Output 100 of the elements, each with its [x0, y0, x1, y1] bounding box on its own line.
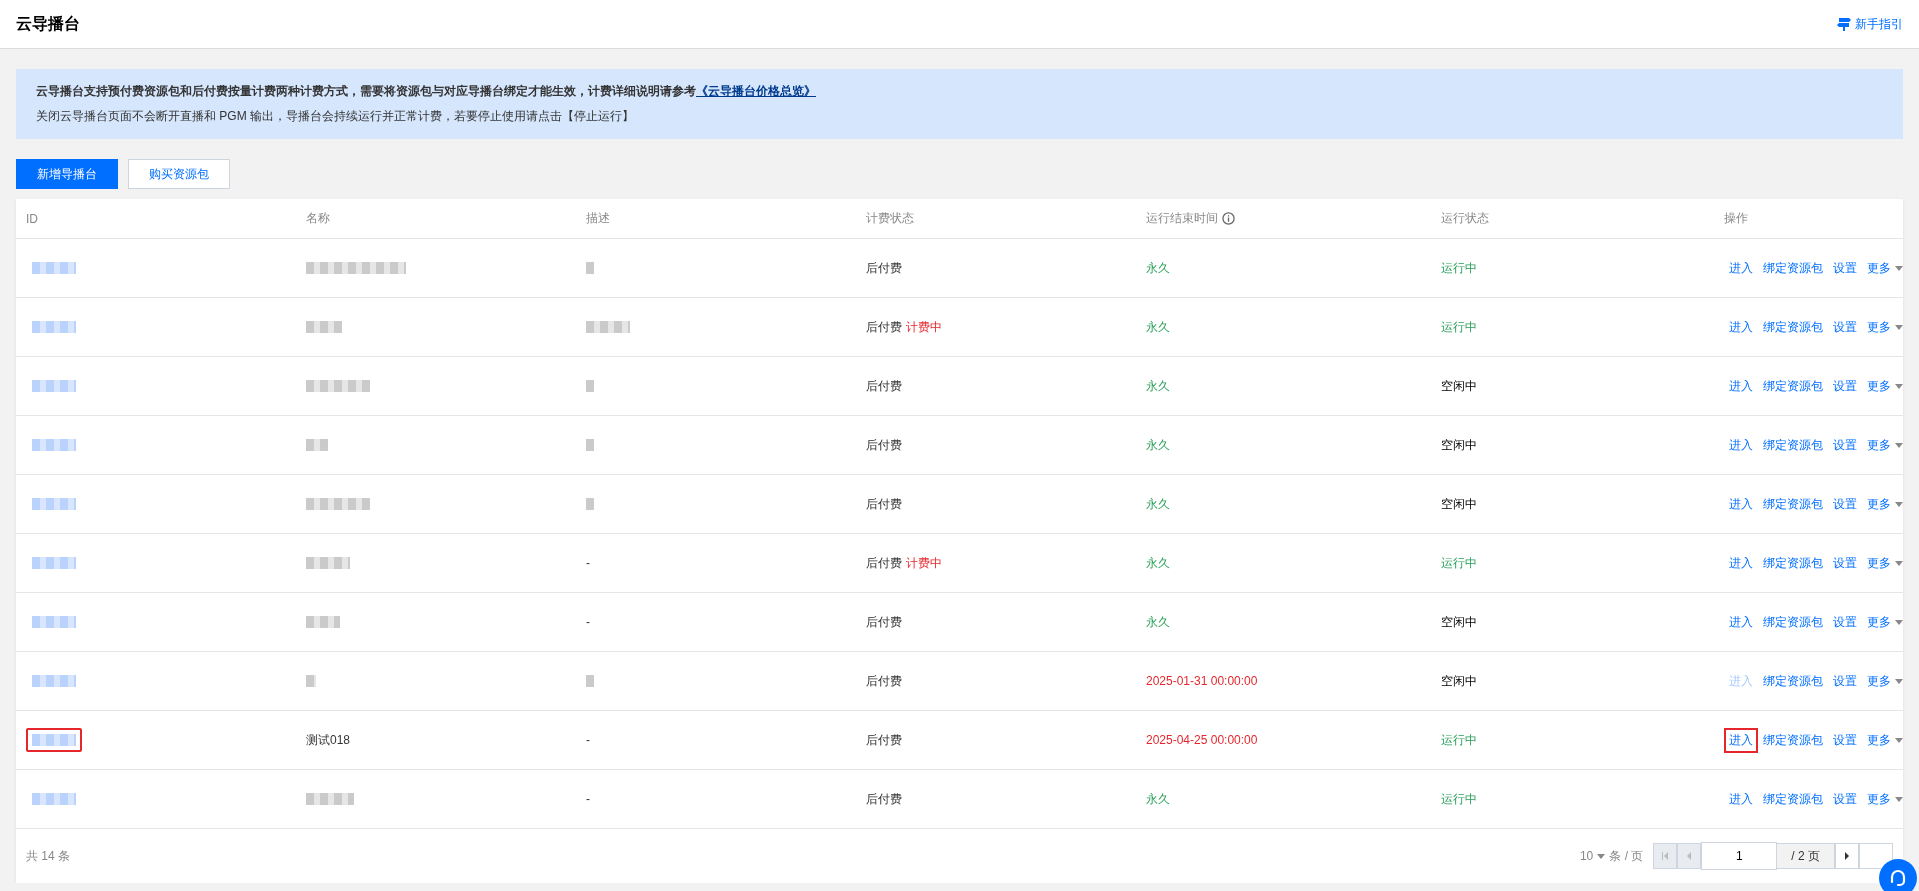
more-link[interactable]: 更多: [1862, 786, 1908, 812]
headset-icon: [1888, 868, 1908, 888]
more-link[interactable]: 更多: [1862, 491, 1908, 517]
page-input[interactable]: 1: [1701, 842, 1778, 870]
add-button[interactable]: 新增导播台: [16, 159, 118, 189]
caret-icon: [1895, 560, 1903, 566]
status-text: 运行中: [1441, 790, 1477, 808]
settings-link[interactable]: 设置: [1828, 255, 1862, 281]
bind-link[interactable]: 绑定资源包: [1758, 432, 1828, 458]
page-total: / 2 页: [1777, 843, 1835, 869]
bind-link[interactable]: 绑定资源包: [1758, 727, 1828, 753]
column-header: 计费状态: [866, 210, 914, 227]
bind-link[interactable]: 绑定资源包: [1758, 255, 1828, 281]
caret-icon: [1895, 737, 1903, 743]
more-link[interactable]: 更多: [1862, 727, 1908, 753]
next-page-button[interactable]: [1835, 843, 1859, 869]
bind-link[interactable]: 绑定资源包: [1758, 491, 1828, 517]
status-text: 运行中: [1441, 318, 1477, 336]
enter-link[interactable]: 进入: [1724, 550, 1758, 576]
caret-icon: [1895, 619, 1903, 625]
status-text: 运行中: [1441, 554, 1477, 572]
settings-link[interactable]: 设置: [1828, 373, 1862, 399]
more-link[interactable]: 更多: [1862, 609, 1908, 635]
table-cell: 永久: [1146, 377, 1170, 395]
guide-link[interactable]: 新手指引: [1837, 15, 1903, 33]
status-text: 运行中: [1441, 259, 1477, 277]
table-cell: 后付费: [866, 554, 902, 572]
page-size-select[interactable]: 10: [1579, 849, 1594, 863]
bind-link[interactable]: 绑定资源包: [1758, 314, 1828, 340]
table-cell: 永久: [1146, 436, 1170, 454]
table-cell: 永久: [1146, 554, 1170, 572]
column-header: ID: [26, 211, 38, 226]
enter-link[interactable]: 进入: [1724, 609, 1758, 635]
table-cell: -: [586, 556, 590, 570]
bind-link[interactable]: 绑定资源包: [1758, 786, 1828, 812]
table-cell: -: [586, 615, 590, 629]
settings-link[interactable]: 设置: [1828, 491, 1862, 517]
enter-link[interactable]: 进入: [1724, 786, 1758, 812]
more-link[interactable]: 更多: [1862, 373, 1908, 399]
prev-page-icon: [1686, 852, 1693, 860]
more-link[interactable]: 更多: [1862, 550, 1908, 576]
pricing-link[interactable]: 《云导播台价格总览》: [696, 84, 816, 98]
column-header: 运行状态: [1441, 210, 1489, 227]
table-cell: 后付费: [866, 672, 902, 690]
status-text: 空闲中: [1441, 495, 1477, 513]
status-text: 空闲中: [1441, 672, 1477, 690]
caret-icon: [1895, 383, 1903, 389]
bind-link[interactable]: 绑定资源包: [1758, 550, 1828, 576]
bind-link[interactable]: 绑定资源包: [1758, 609, 1828, 635]
total-count: 共 14 条: [26, 847, 70, 865]
settings-link[interactable]: 设置: [1828, 314, 1862, 340]
table-cell: 2025-01-31 00:00:00: [1146, 674, 1258, 688]
table-cell: -: [586, 733, 590, 747]
settings-link[interactable]: 设置: [1828, 727, 1862, 753]
enter-link[interactable]: 进入: [1724, 255, 1758, 281]
more-link[interactable]: 更多: [1862, 314, 1908, 340]
notice-text: 关闭云导播台页面不会断开直播和 PGM 输出，导播台会持续运行并正常计费，若要停止使用请点击【停止运行】: [36, 108, 635, 125]
last-page-button[interactable]: [1859, 843, 1893, 869]
column-header: 名称: [306, 210, 330, 227]
table-cell: 后付费: [866, 613, 902, 631]
caret-icon: [1597, 853, 1606, 859]
support-button[interactable]: [1879, 859, 1917, 891]
enter-link[interactable]: 进入: [1724, 373, 1758, 399]
table-cell: 永久: [1146, 318, 1170, 336]
caret-icon: [1895, 324, 1903, 330]
info-icon: [1222, 212, 1235, 225]
settings-link[interactable]: 设置: [1828, 432, 1862, 458]
settings-link[interactable]: 设置: [1828, 550, 1862, 576]
buy-button[interactable]: 购买资源包: [128, 159, 230, 189]
bind-link[interactable]: 绑定资源包: [1758, 668, 1828, 694]
status-text: 空闲中: [1441, 377, 1477, 395]
enter-link[interactable]: 进入: [1724, 432, 1758, 458]
caret-icon: [1895, 265, 1903, 271]
more-link[interactable]: 更多: [1862, 432, 1908, 458]
table-cell: 后付费: [866, 790, 902, 808]
table-cell: 2025-04-25 00:00:00: [1146, 733, 1258, 747]
status-text: 空闲中: [1441, 613, 1477, 631]
settings-link[interactable]: 设置: [1828, 786, 1862, 812]
first-page-icon: [1661, 852, 1670, 860]
enter-link[interactable]: 进入: [1724, 491, 1758, 517]
status-text: 空闲中: [1441, 436, 1477, 454]
table-cell: 后付费: [866, 495, 902, 513]
table-cell: 后付费: [866, 731, 902, 749]
table-cell: 永久: [1146, 259, 1170, 277]
notice-text: 云导播台支持预付费资源包和后付费按量计费两种计费方式，需要将资源包与对应导播台绑定才能生效，计费详细说明请参考《云导播台价格总览》: [36, 83, 817, 100]
billing-tag: 计费中: [906, 554, 942, 572]
column-header: 操作: [1724, 210, 1748, 227]
settings-link[interactable]: 设置: [1828, 668, 1862, 694]
status-text: 运行中: [1441, 731, 1477, 749]
first-page-button[interactable]: [1653, 843, 1678, 869]
enter-link[interactable]: 进入: [1724, 314, 1758, 340]
more-link[interactable]: 更多: [1862, 668, 1908, 694]
bind-link[interactable]: 绑定资源包: [1758, 373, 1828, 399]
enter-link[interactable]: 进入: [1724, 727, 1758, 753]
more-link[interactable]: 更多: [1862, 255, 1908, 281]
page-size-unit: 条 / 页: [1609, 847, 1644, 865]
table-cell: -: [586, 792, 590, 806]
table-cell: 永久: [1146, 613, 1170, 631]
caret-icon: [1895, 442, 1903, 448]
settings-link[interactable]: 设置: [1828, 609, 1862, 635]
